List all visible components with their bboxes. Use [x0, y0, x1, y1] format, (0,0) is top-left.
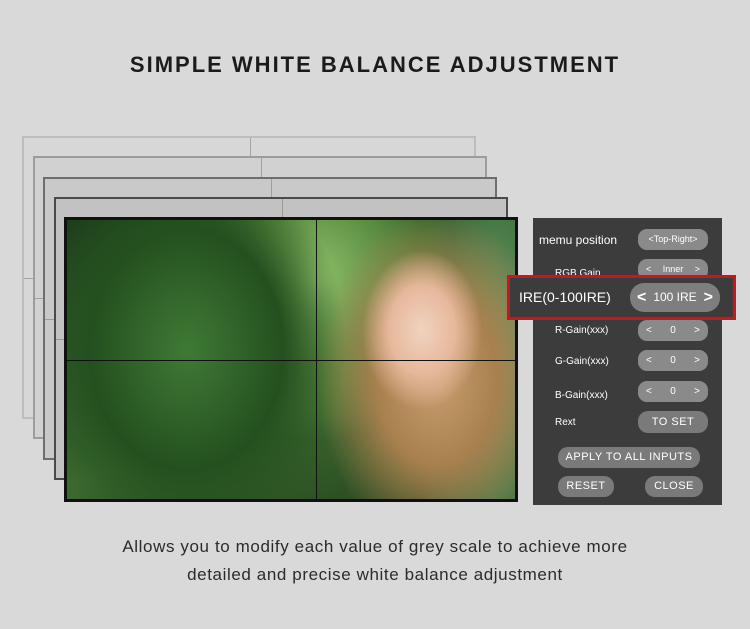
crosshair-vertical [316, 220, 317, 499]
b-gain-value: 0 [670, 386, 676, 397]
rext-label: Rext [555, 417, 576, 428]
caption-line-2: detailed and precise white balance adjus… [187, 565, 563, 584]
reset-button[interactable]: RESET [558, 476, 614, 497]
crosshair-horizontal [67, 360, 515, 361]
osd-menu-panel: memu position <Top-Right> RGB Gain < Inn… [533, 218, 722, 505]
decrease-icon[interactable]: < [637, 283, 646, 312]
g-gain-label: G-Gain(xxx) [555, 356, 609, 367]
apply-to-all-inputs-button[interactable]: APPLY TO ALL INPUTS [558, 447, 700, 468]
ire-highlight-box: IRE(0-100IRE) < 100 IRE > [507, 275, 736, 320]
ire-label: IRE(0-100IRE) [519, 289, 611, 305]
ire-stepper[interactable]: < 100 IRE > [630, 283, 720, 312]
decrease-icon[interactable]: < [646, 320, 652, 341]
r-gain-stepper[interactable]: < 0 > [638, 320, 708, 341]
page-title: SIMPLE WHITE BALANCE ADJUSTMENT [129, 52, 621, 77]
g-gain-stepper[interactable]: < 0 > [638, 350, 708, 371]
decrease-icon[interactable]: < [646, 350, 652, 371]
b-gain-stepper[interactable]: < 0 > [638, 381, 708, 402]
r-gain-label: R-Gain(xxx) [555, 325, 609, 336]
close-button[interactable]: CLOSE [645, 476, 703, 497]
increase-icon[interactable]: > [694, 381, 700, 402]
menu-position-label: memu position [539, 233, 618, 247]
ire-value: 100 IRE [653, 290, 697, 304]
caption-line-1: Allows you to modify each value of grey … [122, 537, 628, 556]
to-set-button[interactable]: TO SET [638, 411, 708, 433]
b-gain-label: B-Gain(xxx) [555, 390, 608, 401]
g-gain-value: 0 [670, 355, 676, 366]
menu-position-select[interactable]: <Top-Right> [638, 229, 708, 250]
increase-icon[interactable]: > [694, 350, 700, 371]
display-screen-photo [64, 217, 518, 502]
r-gain-value: 0 [670, 325, 676, 336]
increase-icon[interactable]: > [704, 283, 713, 312]
increase-icon[interactable]: > [694, 320, 700, 341]
decrease-icon[interactable]: < [646, 381, 652, 402]
